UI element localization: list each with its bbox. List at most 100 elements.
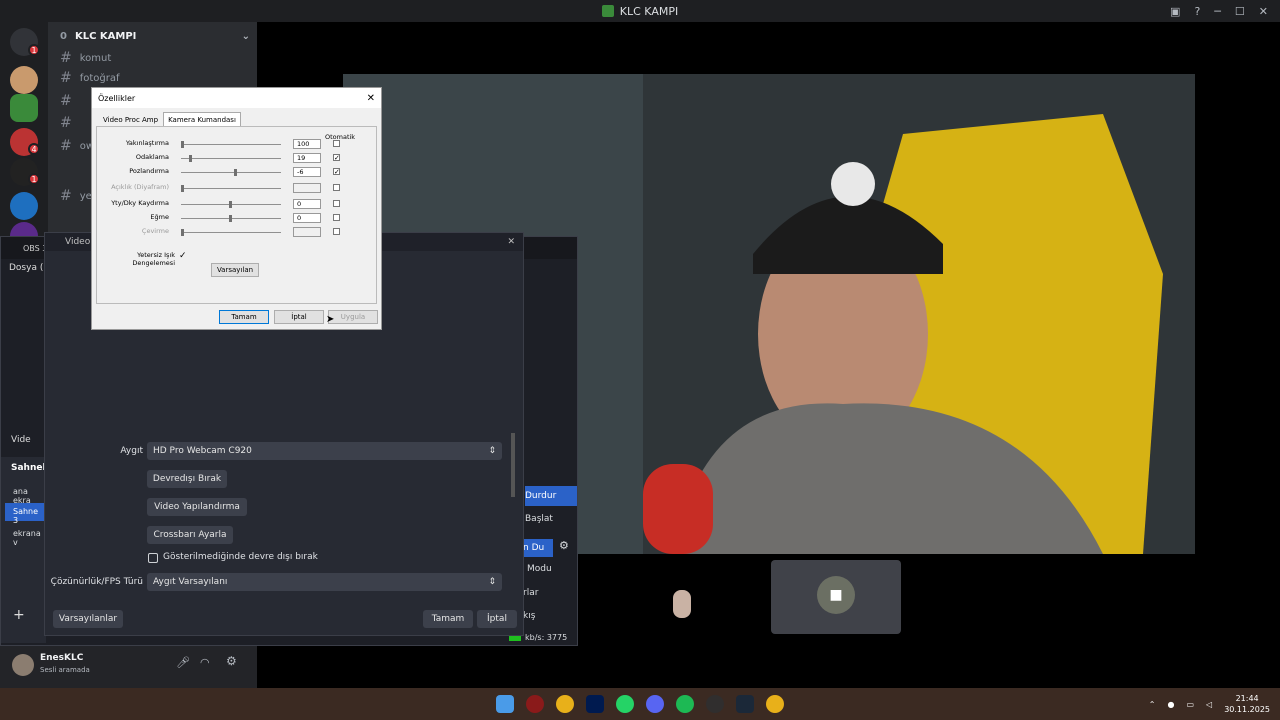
scrollbar[interactable] bbox=[511, 433, 515, 497]
settings-button[interactable]: rlar bbox=[523, 588, 538, 598]
auto-checkbox[interactable]: ✓ bbox=[333, 168, 340, 176]
premiere-icon[interactable] bbox=[586, 695, 604, 713]
scene-item-selected[interactable]: Sahne 3 bbox=[5, 503, 46, 525]
start-icon[interactable] bbox=[496, 695, 514, 713]
chrome-icon[interactable] bbox=[766, 695, 784, 713]
add-scene-button[interactable]: + bbox=[13, 607, 25, 623]
scenes-panel: Sahnele ana ekra Sahne 3 ekrana v + bbox=[1, 457, 52, 643]
clock[interactable]: 21:44 30.11.2025 bbox=[1224, 693, 1270, 715]
hash-icon: # bbox=[60, 50, 72, 66]
avatar[interactable] bbox=[12, 654, 34, 676]
help-icon[interactable]: ? bbox=[1194, 5, 1200, 18]
dialog-title: Özellikler bbox=[98, 93, 136, 103]
control-value[interactable]: 0 bbox=[293, 213, 321, 223]
stop-stream-button[interactable]: Durdur bbox=[525, 486, 577, 506]
slider-thumb[interactable] bbox=[181, 141, 184, 148]
slider-thumb bbox=[181, 229, 184, 236]
system-tray: ⌃ ● ▭ ◁ 21:44 30.11.2025 bbox=[1149, 688, 1270, 720]
gear-icon[interactable]: ⚙ bbox=[226, 654, 237, 668]
chrome-icon[interactable] bbox=[556, 695, 574, 713]
exit-button[interactable]: kış bbox=[523, 611, 535, 621]
discord-icon[interactable] bbox=[646, 695, 664, 713]
microphone-icon[interactable]: ● bbox=[1167, 700, 1174, 709]
crossbar-button[interactable]: Crossbarı Ayarla bbox=[147, 526, 233, 544]
obs-icon[interactable] bbox=[706, 695, 724, 713]
spotify-icon[interactable] bbox=[676, 695, 694, 713]
maximize-button[interactable]: ☐ bbox=[1235, 5, 1245, 18]
channel-item[interactable]: # komut bbox=[60, 50, 111, 66]
guild-icon-active[interactable] bbox=[10, 94, 38, 122]
cancel-button[interactable]: İptal bbox=[274, 310, 324, 324]
avatar bbox=[673, 590, 691, 618]
slider-thumb[interactable] bbox=[234, 169, 237, 176]
participant-avatar[interactable] bbox=[653, 560, 713, 620]
ok-button[interactable]: Tamam bbox=[423, 610, 473, 628]
deactivate-button[interactable]: Devredışı Bırak bbox=[147, 470, 227, 488]
auto-checkbox[interactable] bbox=[333, 214, 340, 221]
cancel-button[interactable]: İptal bbox=[477, 610, 517, 628]
video-camera-icon: ■ bbox=[817, 576, 855, 614]
steam-icon[interactable] bbox=[736, 695, 754, 713]
auto-checkbox[interactable] bbox=[333, 140, 340, 147]
volume-icon[interactable]: ◁ bbox=[1206, 700, 1212, 709]
whatsapp-icon[interactable] bbox=[616, 695, 634, 713]
camera-properties-dialog: Özellikler ✕ Video Proc Amp Kamera Kuman… bbox=[91, 87, 382, 330]
server-header[interactable]: 0 KLC KAMPI ⌄ bbox=[60, 31, 250, 42]
scene-item[interactable]: ekrana v bbox=[13, 529, 46, 547]
inbox-icon[interactable]: ▣ bbox=[1170, 5, 1180, 18]
microphone-icon[interactable]: 🎤︎ bbox=[176, 656, 190, 669]
low-light-checkbox[interactable]: ✓ bbox=[179, 252, 187, 261]
control-value bbox=[293, 183, 321, 193]
slider-thumb[interactable] bbox=[189, 155, 192, 162]
auto-header: Otomatik bbox=[325, 133, 356, 141]
mode-button[interactable]: Modu bbox=[527, 564, 552, 574]
window-controls: ▣ ? ─ ☐ ✕ bbox=[1170, 0, 1280, 22]
opera-icon[interactable] bbox=[526, 695, 544, 713]
video-config-button[interactable]: Video Yapılandırma bbox=[147, 498, 247, 516]
device-select[interactable]: HD Pro Webcam C920 ⇕ bbox=[147, 442, 502, 460]
slider-thumb[interactable] bbox=[229, 215, 232, 222]
network-icon[interactable]: ▭ bbox=[1186, 700, 1194, 709]
chevron-down-icon[interactable]: ⌄ bbox=[242, 31, 250, 42]
guild-icon[interactable] bbox=[10, 192, 38, 220]
channel-item[interactable]: # bbox=[60, 115, 72, 131]
channel-item[interactable]: # bbox=[60, 93, 72, 109]
auto-checkbox bbox=[333, 184, 340, 191]
camera-tile[interactable]: ■ bbox=[771, 560, 901, 634]
hash-icon: # bbox=[60, 188, 72, 204]
defaults-button[interactable]: Varsayılanlar bbox=[53, 610, 123, 628]
close-icon[interactable]: ✕ bbox=[507, 237, 515, 247]
gear-icon[interactable]: ⚙ bbox=[559, 539, 569, 552]
studio-mode-button[interactable]: n Du bbox=[523, 539, 553, 557]
control-value[interactable]: 19 bbox=[293, 153, 321, 163]
hash-icon: # bbox=[60, 138, 72, 154]
chevron-updown-icon: ⇕ bbox=[488, 577, 496, 587]
close-icon[interactable]: ✕ bbox=[367, 93, 375, 104]
control-value[interactable]: -6 bbox=[293, 167, 321, 177]
channel-item[interactable]: # fotoğraf bbox=[60, 70, 120, 86]
control-slider[interactable] bbox=[181, 158, 281, 159]
close-button[interactable]: ✕ bbox=[1259, 5, 1268, 18]
control-value[interactable]: 100 bbox=[293, 139, 321, 149]
home-badge: 1 bbox=[28, 44, 40, 56]
start-button[interactable]: Başlat bbox=[525, 514, 553, 524]
control-slider[interactable] bbox=[181, 172, 281, 173]
auto-checkbox[interactable] bbox=[333, 200, 340, 207]
control-value[interactable]: 0 bbox=[293, 199, 321, 209]
time: 21:44 bbox=[1235, 694, 1259, 703]
resolution-select[interactable]: Aygıt Varsayılanı ⇕ bbox=[147, 573, 502, 591]
user-panel: EnesKLC Sesli aramada 🎤︎ ◠ ⚙ bbox=[0, 646, 257, 688]
control-slider[interactable] bbox=[181, 144, 281, 145]
headphones-icon[interactable]: ◠ bbox=[200, 656, 210, 669]
guild-icon[interactable] bbox=[10, 66, 38, 94]
server-level: 0 bbox=[60, 31, 67, 42]
ok-button[interactable]: Tamam bbox=[219, 310, 269, 324]
apply-button[interactable]: Uygula bbox=[328, 310, 378, 324]
auto-checkbox[interactable]: ✓ bbox=[333, 154, 340, 162]
slider-thumb[interactable] bbox=[229, 201, 232, 208]
minimize-button[interactable]: ─ bbox=[1214, 5, 1221, 18]
hide-deactivate-checkbox[interactable] bbox=[148, 553, 158, 563]
menu-file[interactable]: Dosya (F bbox=[9, 263, 49, 273]
defaults-button[interactable]: Varsayılan bbox=[211, 263, 259, 277]
chevron-up-icon[interactable]: ⌃ bbox=[1149, 700, 1156, 709]
